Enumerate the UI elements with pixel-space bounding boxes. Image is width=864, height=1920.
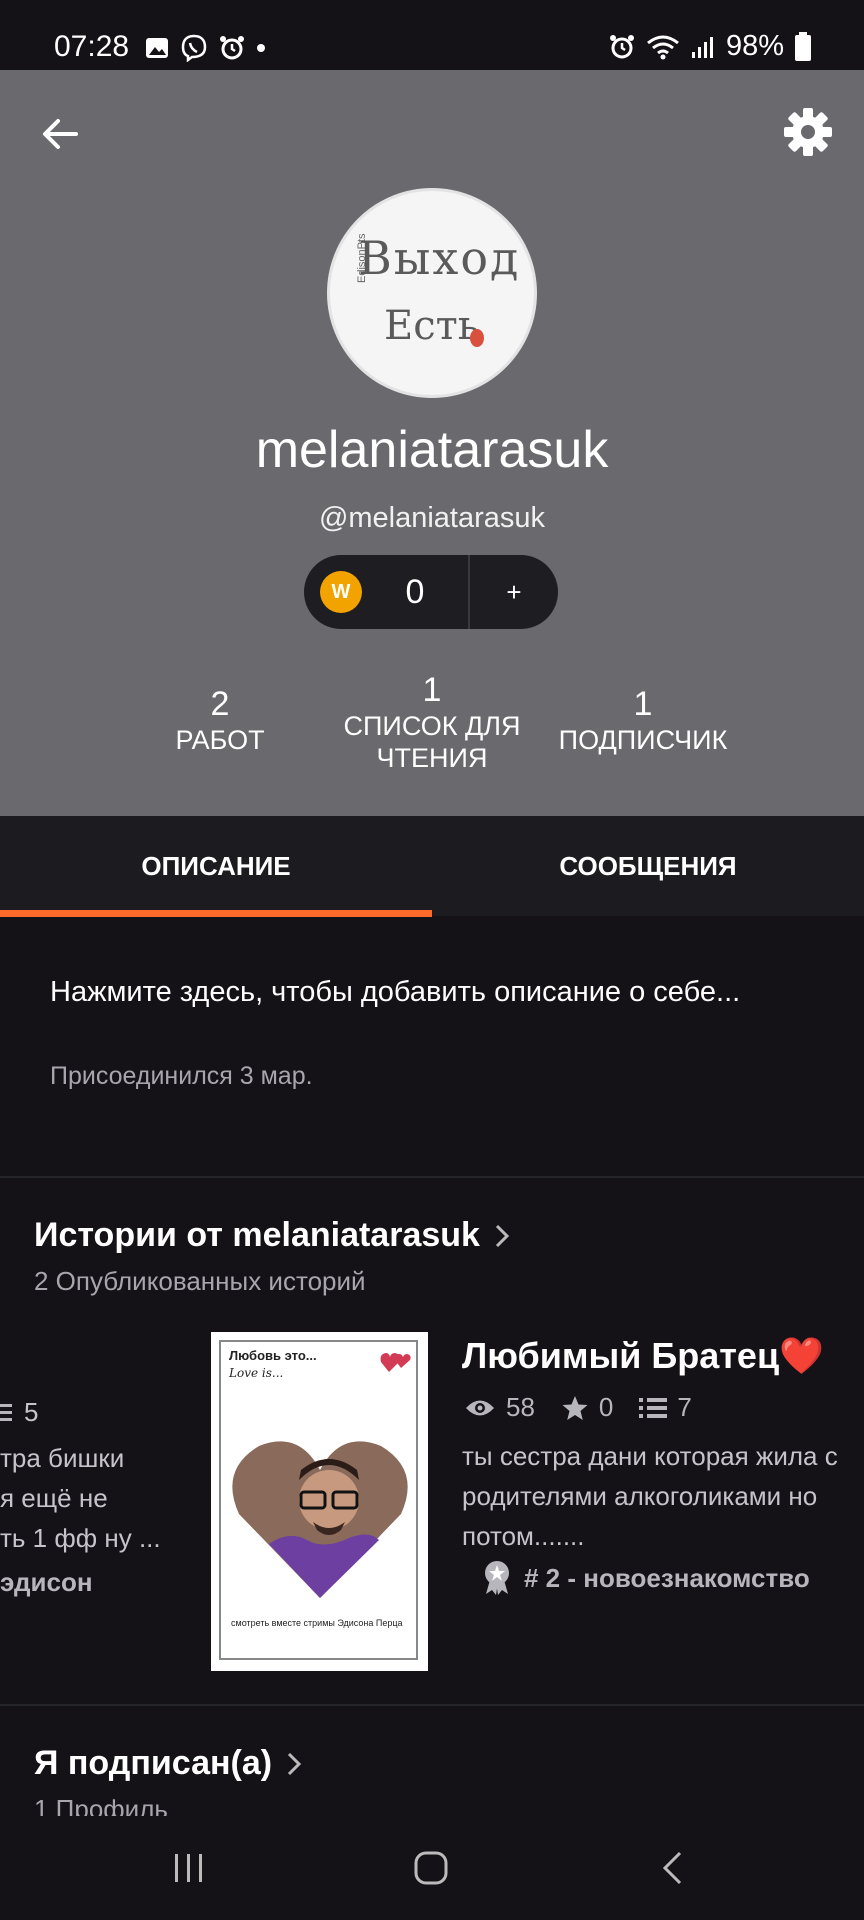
story-parts: 7 [677, 1392, 692, 1422]
story-cover[interactable]: Любовь это... Love is... смотреть вместе… [211, 1332, 428, 1671]
status-right: 98% [608, 30, 812, 63]
divider [0, 1176, 864, 1178]
avatar-text-line1: Выход [358, 231, 521, 285]
profile-username: melaniatarasuk [255, 421, 609, 479]
cover-caption: смотреть вместе стримы Эдисона Перца [231, 1618, 403, 1628]
stat-works-value: 2 [210, 685, 230, 723]
stat-works-label: РАБОТ [175, 725, 265, 755]
stories-section-title[interactable]: Истории от melaniatarasuk [34, 1216, 510, 1255]
battery-icon [795, 31, 811, 61]
hearts-icon [380, 1353, 411, 1372]
left-story-parts: 5 [0, 1392, 172, 1432]
signal-icon [691, 36, 713, 58]
back-nav-icon[interactable] [660, 1850, 684, 1886]
system-navigation-bar [0, 1816, 864, 1920]
stories-count: 2 Опубликованных историй [34, 1266, 366, 1296]
tab-messages[interactable]: СООБЩЕНИЯ [432, 816, 864, 916]
avatar-text-line2: Есть [384, 303, 480, 349]
profile-handle: @melaniatarasuk [318, 502, 546, 534]
story-reads: 58 [506, 1392, 535, 1422]
profile-header: EdisonPts Выход Есть melaniatarasuk @mel… [0, 70, 864, 816]
following-section-title[interactable]: Я подписан(а) [34, 1744, 302, 1783]
joined-date: Присоединился 3 мар. [50, 1062, 313, 1090]
gallery-icon [146, 38, 168, 58]
stat-reading-lists-label: СПИСОК ДЛЯ ЧТЕНИЯ [343, 711, 521, 773]
coins-widget: W 0 + [304, 555, 558, 629]
left-story-line: я ещё не [0, 1483, 108, 1513]
battery-percent: 98% [725, 30, 784, 62]
stat-reading-lists[interactable]: 1 СПИСОК ДЛЯ ЧТЕНИЯ [334, 670, 530, 774]
stat-followers-label: ПОДПИСЧИК [558, 725, 728, 755]
stories-section-title-text: Истории от melaniatarasuk [34, 1216, 480, 1254]
profile-tabs: ОПИСАНИЕ СООБЩЕНИЯ [0, 816, 864, 916]
avatar-strawberry-icon [470, 329, 484, 347]
story-tag-text: # 2 - новоезнакомство [524, 1562, 810, 1593]
following-section-title-text: Я подписан(а) [34, 1744, 273, 1782]
story-title[interactable]: Любимый Братец❤️ [462, 1335, 824, 1377]
home-icon[interactable] [413, 1850, 449, 1886]
stat-followers[interactable]: 1 ПОДПИСЧИК [548, 684, 738, 756]
eye-icon [466, 1400, 494, 1415]
story-meta: 58 0 7 [464, 1392, 718, 1423]
coin-icon: W [320, 571, 362, 613]
settings-gear-icon[interactable] [780, 104, 836, 160]
story-votes: 0 [598, 1392, 614, 1422]
left-story-parts-count: 5 [24, 1397, 39, 1427]
story-tag[interactable]: # 2 - новоезнакомство [482, 1560, 810, 1596]
status-time: 07:28 [54, 30, 130, 63]
left-story-line: ть 1 фф ну ... [0, 1523, 161, 1553]
alarm-icon [220, 36, 244, 60]
alarm-icon [609, 34, 634, 58]
active-tab-indicator [0, 910, 432, 917]
dot-icon [257, 44, 265, 52]
add-coins-button[interactable]: + [470, 577, 558, 608]
chevron-right-icon [495, 1224, 510, 1247]
list-icon [639, 1397, 668, 1418]
stat-reading-lists-value: 1 [422, 671, 442, 709]
left-story-tag: эдисон [0, 1567, 93, 1597]
chevron-right-icon [288, 1752, 302, 1775]
cover-heart-photo [232, 1441, 408, 1598]
list-icon [0, 1404, 12, 1421]
avatar[interactable]: EdisonPts Выход Есть [327, 188, 537, 398]
star-icon [562, 1395, 588, 1420]
back-arrow-icon[interactable] [36, 110, 84, 158]
following-count: 1 Профиль [34, 1794, 168, 1816]
cover-subtitle: Love is... [229, 1366, 284, 1380]
cover-title: Любовь это... [229, 1348, 317, 1363]
status-bar: 07:28 98% [0, 0, 864, 70]
recent-apps-icon[interactable] [172, 1852, 206, 1884]
wifi-icon [647, 35, 679, 59]
tab-description[interactable]: ОПИСАНИЕ [0, 816, 432, 916]
ribbon-badge-icon [485, 1561, 509, 1595]
stat-works[interactable]: 2 РАБОТ [150, 684, 290, 756]
story-card-partial[interactable]: 5 тра бишки я ещё не ть 1 фф ну ... эдис… [0, 1392, 180, 1602]
about-placeholder[interactable]: Нажмите здесь, чтобы добавить описание о… [50, 970, 770, 1015]
left-story-line: тра бишки [0, 1443, 125, 1473]
coin-count: 0 [405, 572, 425, 611]
viber-icon [181, 34, 207, 62]
notification-icons [144, 34, 266, 62]
story-description: ты сестра дани которая жила с родителями… [462, 1441, 838, 1551]
divider [0, 1704, 864, 1706]
stat-followers-value: 1 [633, 685, 653, 723]
